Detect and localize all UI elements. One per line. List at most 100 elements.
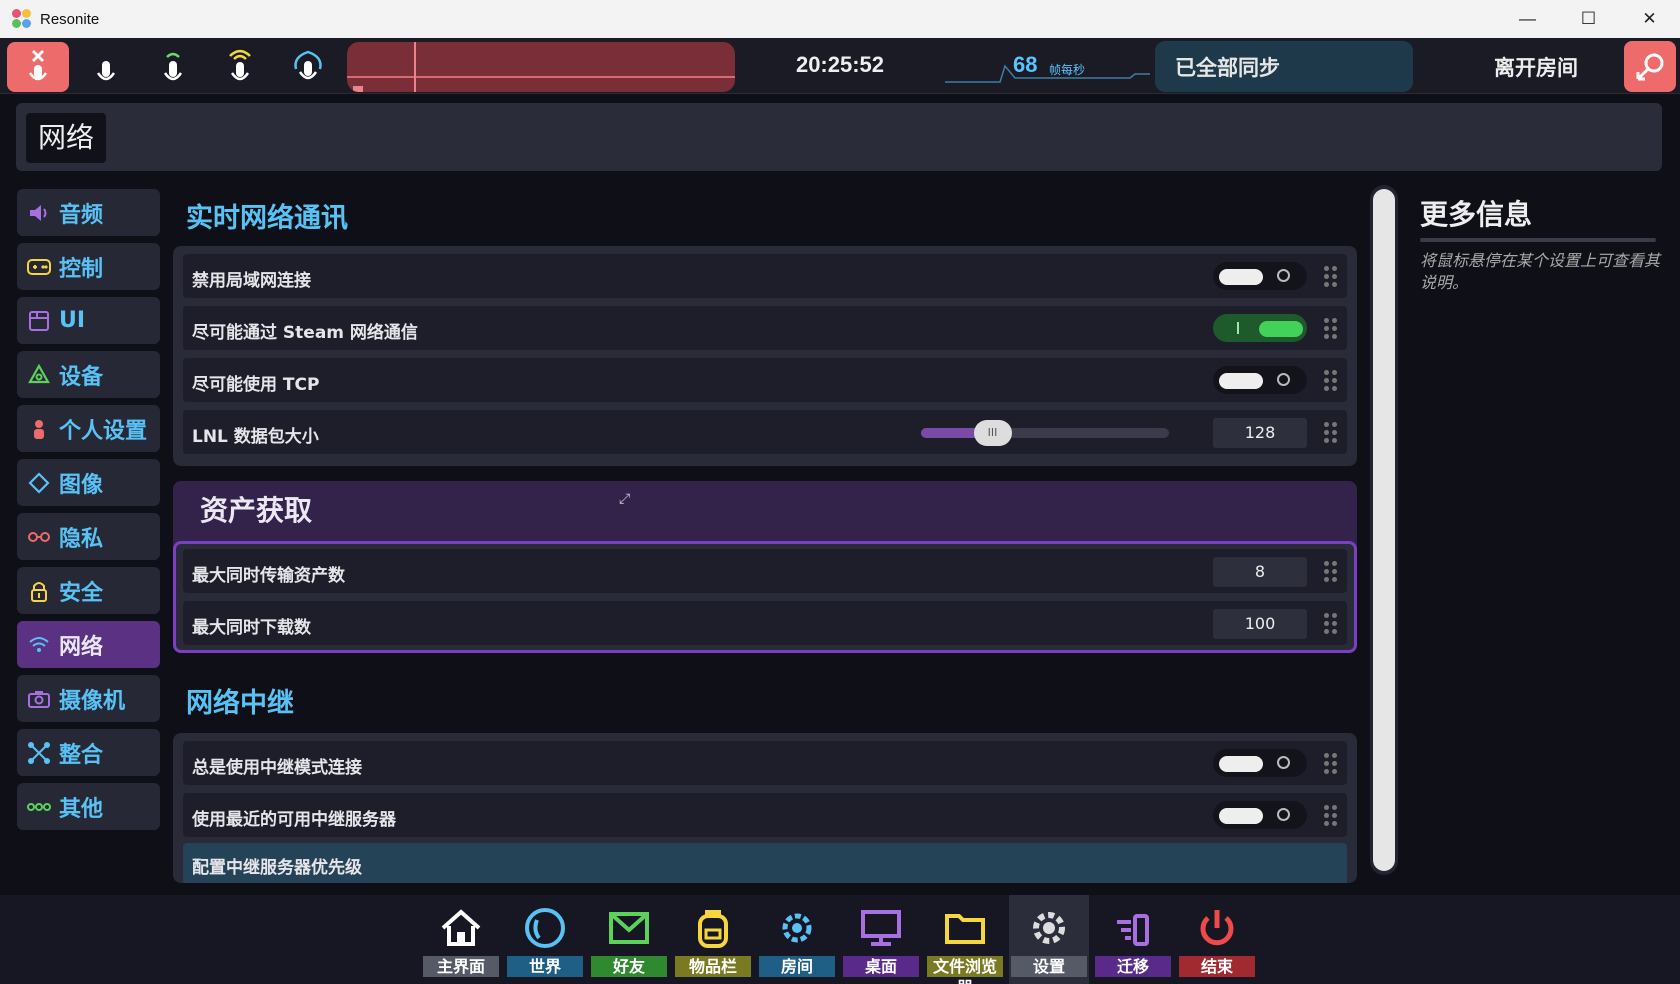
dock-desktop[interactable]: 桌面 xyxy=(841,895,921,984)
fps-unit: 帧每秒 xyxy=(1049,63,1086,77)
max-transfers-value[interactable]: 8 xyxy=(1213,557,1307,587)
setting-label: 禁用局域网连接 xyxy=(192,271,311,291)
asset-settings-group: 最大同时传输资产数 8 最大同时下载数 100 xyxy=(173,541,1357,653)
configure-relay-priority-button[interactable]: 配置中继服务器优先级 xyxy=(183,843,1347,883)
page-title: 网络 xyxy=(26,113,107,163)
leave-room-button[interactable] xyxy=(1624,41,1676,92)
drag-handle-icon[interactable] xyxy=(1324,613,1338,635)
mail-icon xyxy=(589,903,669,953)
close-window-button[interactable]: ✕ xyxy=(1619,0,1680,38)
sidebar-item-network[interactable]: 网络 xyxy=(17,621,160,668)
dock-migrate[interactable]: 迁移 xyxy=(1093,895,1173,984)
drag-handle-icon[interactable] xyxy=(1324,266,1338,288)
normal-voice-button[interactable] xyxy=(142,42,204,92)
camera-icon xyxy=(27,687,51,711)
sidebar-item-devices[interactable]: 设备 xyxy=(17,351,160,398)
sidebar-item-controls[interactable]: 控制 xyxy=(17,243,160,290)
gamepad-icon xyxy=(27,255,51,279)
shout-voice-button[interactable] xyxy=(209,42,271,92)
disable-lan-toggle[interactable] xyxy=(1213,262,1307,290)
scrollbar-thumb[interactable] xyxy=(1373,189,1395,871)
broadcast-voice-button[interactable] xyxy=(277,42,339,92)
setting-label: 尽可能通过 Steam 网络通信 xyxy=(192,323,418,343)
session-gear-icon xyxy=(757,903,837,953)
window-title: Resonite xyxy=(40,10,100,28)
lnl-packet-slider[interactable]: III xyxy=(921,420,1169,446)
mic-shout-icon xyxy=(229,49,251,81)
relay-settings-group: 总是使用中继模式连接 使用最近的可用中继服务器 配置中继服务器优先级 xyxy=(173,733,1357,883)
voice-level-meter xyxy=(347,42,735,92)
gear-icon xyxy=(1009,903,1089,953)
mic-normal-icon xyxy=(163,52,183,81)
integration-icon xyxy=(27,741,51,765)
speaker-icon xyxy=(27,201,51,225)
collapse-icon[interactable]: ⤢ xyxy=(619,491,630,507)
setting-row-max-transfers: 最大同时传输资产数 8 xyxy=(183,549,1347,593)
drag-handle-icon[interactable] xyxy=(1324,370,1338,392)
sidebar-item-personal[interactable]: 个人设置 xyxy=(17,405,160,452)
dock-contacts[interactable]: 好友 xyxy=(589,895,669,984)
dock-inventory[interactable]: 物品栏 xyxy=(673,895,753,984)
setting-row-nearest-relay: 使用最近的可用中继服务器 xyxy=(183,793,1347,837)
lnl-packet-value[interactable]: 128 xyxy=(1213,418,1307,448)
dock-label: 文件浏览器 xyxy=(927,956,1003,984)
fps-counter: 68 帧每秒 xyxy=(945,46,1150,86)
dock-label: 迁移 xyxy=(1095,956,1171,977)
slider-thumb[interactable]: III xyxy=(973,420,1012,446)
sync-status: 已全部同步 xyxy=(1155,41,1413,92)
info-divider xyxy=(1420,238,1656,242)
setting-label: 尽可能使用 TCP xyxy=(192,375,320,395)
dock-label: 主界面 xyxy=(423,956,499,977)
sidebar-item-camera[interactable]: 摄像机 xyxy=(17,675,160,722)
sidebar-item-graphics[interactable]: 图像 xyxy=(17,459,160,506)
diamond-icon xyxy=(27,471,51,495)
sidebar-item-label: 图像 xyxy=(59,472,104,498)
mute-button[interactable] xyxy=(7,42,69,92)
home-icon xyxy=(421,903,501,953)
sidebar-item-privacy[interactable]: 隐私 xyxy=(17,513,160,560)
max-downloads-value[interactable]: 100 xyxy=(1213,609,1307,639)
dock-label: 物品栏 xyxy=(675,956,751,977)
sidebar-item-security[interactable]: 安全 xyxy=(17,567,160,614)
dock-exit[interactable]: 结束 xyxy=(1177,895,1257,984)
dock-home[interactable]: 主界面 xyxy=(421,895,501,984)
prefer-tcp-toggle[interactable] xyxy=(1213,366,1307,394)
leave-room-label: 离开房间 xyxy=(1494,56,1578,80)
drag-handle-icon[interactable] xyxy=(1324,422,1338,444)
sidebar-item-ui[interactable]: UI xyxy=(17,297,160,344)
folder-icon xyxy=(925,903,1005,953)
section-title-assets: 资产获取 xyxy=(200,494,313,527)
lock-icon xyxy=(27,579,51,603)
sidebar-item-label: 个人设置 xyxy=(59,418,148,444)
person-icon xyxy=(27,417,51,441)
sidebar-item-label: 其他 xyxy=(59,796,104,822)
drag-handle-icon[interactable] xyxy=(1324,753,1338,775)
dock-settings[interactable]: 设置 xyxy=(1009,895,1089,984)
dock-file-browser[interactable]: 文件浏览器 xyxy=(925,895,1005,984)
globe-icon xyxy=(505,903,585,953)
settings-scrollbar[interactable] xyxy=(1370,185,1398,875)
minimize-button[interactable]: — xyxy=(1497,0,1558,38)
maximize-button[interactable]: ☐ xyxy=(1558,0,1619,38)
whisper-voice-button[interactable] xyxy=(75,42,137,92)
dock-worlds[interactable]: 世界 xyxy=(505,895,585,984)
steam-network-toggle[interactable] xyxy=(1213,314,1307,342)
sidebar-item-label: 整合 xyxy=(59,742,104,768)
sidebar-item-audio[interactable]: 音频 xyxy=(17,189,160,236)
always-relay-toggle[interactable] xyxy=(1213,749,1307,777)
dock-label: 房间 xyxy=(759,956,835,977)
sidebar-item-integration[interactable]: 整合 xyxy=(17,729,160,776)
drag-handle-icon[interactable] xyxy=(1324,561,1338,583)
dock-label: 桌面 xyxy=(843,956,919,977)
resonite-logo-icon xyxy=(12,9,32,29)
setting-row-max-downloads: 最大同时下载数 100 xyxy=(183,601,1347,645)
nearest-relay-toggle[interactable] xyxy=(1213,801,1307,829)
section-title-realtime: 实时网络通讯 xyxy=(186,203,348,234)
drag-handle-icon[interactable] xyxy=(1324,318,1338,340)
settings-header: 网络 xyxy=(16,103,1662,171)
sidebar-item-other[interactable]: 其他 xyxy=(17,783,160,830)
window-icon xyxy=(27,309,51,333)
drag-handle-icon[interactable] xyxy=(1324,805,1338,827)
setting-row-steam-network: 尽可能通过 Steam 网络通信 xyxy=(183,306,1347,350)
dock-session[interactable]: 房间 xyxy=(757,895,837,984)
